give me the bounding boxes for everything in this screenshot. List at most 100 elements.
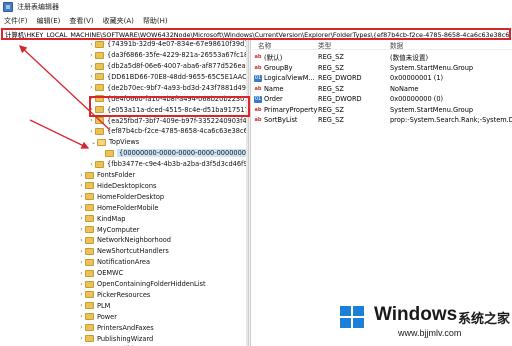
tree-item[interactable]: › PublishingWizard (78, 333, 153, 344)
tree-item-label: Power (97, 312, 117, 321)
chevron-right-icon[interactable]: › (78, 226, 85, 233)
tree-item-selected[interactable]: {00000000-0000-0000-0000-000000000000} (98, 148, 246, 159)
column-type[interactable]: 类型 (318, 40, 331, 50)
pane-splitter[interactable] (248, 40, 251, 346)
tree-item[interactable]: › OEMWC (78, 268, 123, 279)
tree-item[interactable]: › KindMap (78, 213, 125, 224)
chevron-right-icon[interactable]: › (78, 172, 85, 179)
value-row[interactable]: 01 LogicalViewM... REG_DWORD 0x00000001 (1) (252, 73, 512, 84)
folder-icon (85, 324, 94, 332)
tree-item-label: NotificationArea (97, 258, 151, 267)
tree-item[interactable]: › {74391b-32d9-4e07-834e-67e98610f39d} (88, 40, 246, 50)
values-header: 名称 类型 数据 (252, 40, 512, 50)
tree-item[interactable]: › HideDesktopIcons (78, 181, 156, 192)
chevron-right-icon[interactable]: › (88, 128, 95, 135)
value-name: LogicalViewM... (264, 74, 315, 83)
tree-item[interactable]: › PLM (78, 301, 110, 312)
value-data: System.StartMenu.Group (390, 63, 474, 72)
column-data[interactable]: 数据 (390, 40, 403, 50)
tree-item[interactable]: › NetworkNeighborhood (78, 235, 171, 246)
chevron-down-icon[interactable]: ⌄ (90, 139, 97, 146)
folder-icon (85, 193, 94, 201)
tree-item-label: PublishingWizard (97, 334, 154, 343)
value-type: REG_SZ (318, 116, 344, 125)
chevron-right-icon[interactable]: › (78, 302, 85, 309)
column-name[interactable]: 名称 (258, 40, 271, 50)
tree-item[interactable]: › {ef87b4cb-f2ce-4785-8658-4ca6c63e38c6} (88, 126, 246, 137)
binary-value-icon: 01 (254, 95, 262, 103)
chevron-right-icon[interactable]: › (88, 41, 95, 48)
tree-item[interactable]: › MyComputer (78, 224, 139, 235)
address-bar[interactable]: 计算机\HKEY_LOCAL_MACHINE\SOFTWARE\WOW6432N… (1, 28, 511, 40)
chevron-right-icon[interactable]: › (78, 324, 85, 331)
tree-item[interactable]: › {fbb3477e-c9e4-4b3b-a2ba-d3f5d3cd46f9} (88, 159, 246, 170)
tree-item-label: FontsFolder (97, 171, 136, 180)
chevron-right-icon[interactable]: › (88, 52, 95, 59)
chevron-right-icon[interactable]: › (78, 215, 85, 222)
value-type: REG_SZ (318, 63, 344, 72)
folder-icon (95, 117, 104, 125)
tree-item[interactable]: › NewShortcutHandlers (78, 246, 169, 257)
menu-favorites[interactable]: 收藏夹(A) (103, 16, 134, 26)
value-type: REG_SZ (318, 53, 344, 62)
tree-item-label: {db2a5d8f-06e6-4007-aba6-af877d526ea6} (107, 62, 246, 71)
chevron-right-icon[interactable]: › (78, 259, 85, 266)
menu-file[interactable]: 文件(F) (4, 16, 28, 26)
menu-help[interactable]: 帮助(H) (143, 16, 168, 26)
tree-item-label: HomeFolderMobile (97, 203, 159, 212)
value-type: REG_DWORD (318, 74, 362, 83)
chevron-right-icon[interactable]: › (88, 117, 95, 124)
string-value-icon: ab (254, 85, 262, 92)
folder-icon (85, 171, 94, 179)
folder-icon (85, 280, 94, 288)
menu-edit[interactable]: 编辑(E) (37, 16, 61, 26)
tree-item[interactable]: › {da3f6866-35fe-4229-821a-26553a67fc18} (88, 50, 246, 61)
tree-item[interactable]: › {DD61BD66-70E8-48dd-9655-65C5E1AAC2D1} (88, 72, 246, 83)
value-row[interactable]: ab SortByList REG_SZ prop:-System.Search.Ra… (252, 115, 512, 126)
tree-item-label: {da3f6866-35fe-4229-821a-26553a67fc18} (107, 51, 246, 60)
menu-bar: 文件(F) 编辑(E) 查看(V) 收藏夹(A) 帮助(H) (0, 14, 512, 27)
chevron-right-icon[interactable]: › (78, 281, 85, 288)
chevron-right-icon[interactable]: › (78, 193, 85, 200)
tree-item[interactable]: › OpenContainingFolderHiddenList (78, 279, 205, 290)
value-name: GroupBy (264, 63, 293, 72)
string-value-icon: ab (254, 54, 262, 61)
tree-item[interactable]: ⌄ TopViews (90, 137, 139, 148)
chevron-right-icon[interactable]: › (88, 73, 95, 80)
chevron-right-icon[interactable]: › (78, 291, 85, 298)
tree-item[interactable]: › Power (78, 312, 117, 323)
folder-icon (97, 138, 106, 146)
value-row[interactable]: 01 Order REG_DWORD 0x00000000 (0) (252, 94, 512, 105)
value-row[interactable]: ab GroupBy REG_SZ System.StartMenu.Group (252, 63, 512, 74)
chevron-right-icon[interactable]: › (78, 182, 85, 189)
chevron-right-icon[interactable]: › (78, 335, 85, 342)
menu-view[interactable]: 查看(V) (69, 16, 93, 26)
value-row[interactable]: ab Name REG_SZ NoName (252, 84, 512, 95)
tree-item-label: NewShortcutHandlers (97, 247, 169, 256)
value-name: Order (264, 95, 283, 104)
chevron-right-icon[interactable]: › (78, 204, 85, 211)
chevron-right-icon[interactable]: › (88, 63, 95, 70)
folder-icon (85, 204, 94, 212)
folder-icon (85, 236, 94, 244)
chevron-right-icon[interactable]: › (78, 237, 85, 244)
value-row[interactable]: ab PrimaryProperty REG_SZ System.StartMenu.… (252, 105, 512, 116)
tree-item-label: MyComputer (97, 225, 140, 234)
tree-item-label: {DD61BD66-70E8-48dd-9655-65C5E1AAC2D1} (107, 72, 246, 81)
chevron-right-icon[interactable]: › (78, 313, 85, 320)
tree-item-label: PickerResources (97, 290, 151, 299)
chevron-right-icon[interactable]: › (88, 84, 95, 91)
tree-item[interactable]: › HomeFolderDesktop (78, 192, 164, 203)
tree-item[interactable]: › {de2b70ec-9bf7-4a93-bd3d-243f7881d492} (88, 83, 246, 94)
registry-tree[interactable]: › {74391b-32d9-4e07-834e-67e98610f39d} › {d… (0, 40, 246, 346)
tree-item[interactable]: › PickerResources (78, 290, 150, 301)
value-row[interactable]: ab (默认) REG_SZ (数值未设置) (252, 52, 512, 63)
tree-item[interactable]: › {db2a5d8f-06e6-4007-aba6-af877d526ea6} (88, 61, 246, 72)
tree-item[interactable]: › NotificationArea (78, 257, 150, 268)
chevron-right-icon[interactable]: › (78, 270, 85, 277)
tree-item[interactable]: › PrintersAndFaxes (78, 322, 153, 333)
chevron-right-icon[interactable]: › (88, 161, 95, 168)
chevron-right-icon[interactable]: › (78, 248, 85, 255)
tree-item[interactable]: › FontsFolder (78, 170, 135, 181)
tree-item[interactable]: › HomeFolderMobile (78, 203, 158, 214)
